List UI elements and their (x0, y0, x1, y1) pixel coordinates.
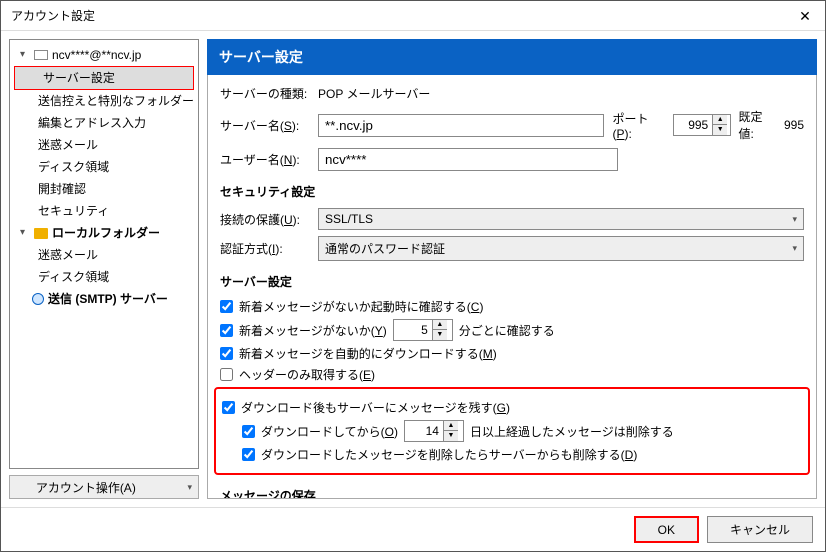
cancel-button[interactable]: キャンセル (707, 516, 813, 543)
panel-body: サーバーの種類: POP メールサーバー サーバー名(S): ポート(P): ▲… (207, 75, 817, 499)
connection-security-label: 接続の保護(U): (220, 211, 310, 228)
check-interval-checkbox[interactable] (220, 324, 233, 337)
body: ▾ ncv****@**ncv.jp サーバー設定 送信控えと特別なフォルダー … (1, 31, 825, 507)
globe-icon (32, 293, 44, 305)
smtp-label: 送信 (SMTP) サーバー (48, 290, 168, 308)
port-label: ポート(P): (612, 110, 665, 141)
default-port-label: 既定値: (739, 108, 776, 142)
server-type-label: サーバーの種類: (220, 85, 310, 102)
tree-item-receipts[interactable]: 開封確認 (10, 178, 198, 200)
panel-header: サーバー設定 (207, 39, 817, 75)
headers-only-checkbox[interactable] (220, 368, 233, 381)
tree-item-copies[interactable]: 送信控えと特別なフォルダー (10, 90, 198, 112)
chevron-down-icon: ▾ (792, 214, 797, 225)
titlebar: アカウント設定 ✕ (1, 1, 825, 31)
close-button[interactable]: ✕ (785, 2, 825, 30)
port-spinner[interactable]: ▲▼ (712, 115, 727, 135)
account-settings-window: アカウント設定 ✕ ▾ ncv****@**ncv.jp サーバー設定 送信控え… (0, 0, 826, 552)
server-name-input[interactable] (318, 114, 604, 137)
main-panel: サーバー設定 サーバーの種類: POP メールサーバー サーバー名(S): ポー… (207, 39, 817, 499)
window-title: アカウント設定 (11, 7, 95, 24)
chevron-down-icon: ▾ (20, 46, 30, 64)
chevron-down-icon: ▾ (20, 224, 30, 242)
days-spinner[interactable]: ▲▼ (443, 421, 458, 441)
leave-on-server-group: ダウンロード後もサーバーにメッセージを残す(G) ダウンロードしてから(O) ▲… (214, 387, 810, 475)
server-name-label: サーバー名(S): (220, 117, 310, 134)
tree-smtp[interactable]: 送信 (SMTP) サーバー (10, 288, 198, 310)
tree-item-local-disk[interactable]: ディスク領域 (10, 266, 198, 288)
tree-account-root[interactable]: ▾ ncv****@**ncv.jp (10, 44, 198, 66)
server-type-value: POP メールサーバー (318, 85, 430, 102)
port-input[interactable]: ▲▼ (673, 114, 730, 136)
folder-icon (34, 228, 48, 239)
delete-on-server-row: ダウンロードしたメッセージを削除したらサーバーからも削除する(D) (242, 446, 802, 463)
delete-days-input[interactable]: ▲▼ (404, 420, 464, 442)
delete-after-days-row: ダウンロードしてから(O) ▲▼ 日以上経過したメッセージは削除する (242, 420, 802, 442)
highlight-box: サーバー設定 (14, 66, 194, 90)
tree-item-junk[interactable]: 迷惑メール (10, 134, 198, 156)
tree-item-security[interactable]: セキュリティ (10, 200, 198, 222)
check-on-startup-row: 新着メッセージがないか起動時に確認する(C) (220, 298, 804, 315)
username-label: ユーザー名(N): (220, 151, 310, 168)
chevron-down-icon: ▾ (187, 482, 192, 493)
interval-spinner[interactable]: ▲▼ (432, 320, 447, 340)
account-label: ncv****@**ncv.jp (52, 46, 141, 64)
sidebar: ▾ ncv****@**ncv.jp サーバー設定 送信控えと特別なフォルダー … (9, 39, 199, 499)
ok-button[interactable]: OK (634, 516, 699, 543)
tree-item-composition[interactable]: 編集とアドレス入力 (10, 112, 198, 134)
storage-section-title: メッセージの保存 (220, 487, 804, 499)
check-interval-row: 新着メッセージがないか(Y) ▲▼ 分ごとに確認する (220, 319, 804, 341)
connection-security-select[interactable]: SSL/TLS▾ (318, 208, 804, 230)
check-on-startup-checkbox[interactable] (220, 300, 233, 313)
account-tree[interactable]: ▾ ncv****@**ncv.jp サーバー設定 送信控えと特別なフォルダー … (9, 39, 199, 469)
mail-icon (34, 50, 48, 60)
tree-item-local-junk[interactable]: 迷惑メール (10, 244, 198, 266)
username-input[interactable] (318, 148, 618, 171)
default-port-value: 995 (784, 118, 804, 132)
tree-local-folders[interactable]: ▾ ローカルフォルダー (10, 222, 198, 244)
footer: OK キャンセル (1, 507, 825, 551)
auth-method-select[interactable]: 通常のパスワード認証▾ (318, 236, 804, 261)
auto-download-checkbox[interactable] (220, 347, 233, 360)
auth-method-label: 認証方式(I): (220, 240, 310, 257)
chevron-down-icon: ▾ (792, 243, 797, 254)
account-actions-button[interactable]: アカウント操作(A) ▾ (9, 475, 199, 499)
check-interval-input[interactable]: ▲▼ (393, 319, 453, 341)
leave-on-server-checkbox[interactable] (222, 401, 235, 414)
leave-on-server-row: ダウンロード後もサーバーにメッセージを残す(G) (222, 399, 802, 416)
delete-on-server-checkbox[interactable] (242, 448, 255, 461)
local-folders-label: ローカルフォルダー (52, 224, 160, 242)
security-section-title: セキュリティ設定 (220, 183, 804, 200)
tree-item-disk[interactable]: ディスク領域 (10, 156, 198, 178)
tree-item-server-settings[interactable]: サーバー設定 (15, 67, 193, 89)
headers-only-row: ヘッダーのみ取得する(E) (220, 366, 804, 383)
delete-after-days-checkbox[interactable] (242, 425, 255, 438)
auto-download-row: 新着メッセージを自動的にダウンロードする(M) (220, 345, 804, 362)
server-settings-section-title: サーバー設定 (220, 273, 804, 290)
